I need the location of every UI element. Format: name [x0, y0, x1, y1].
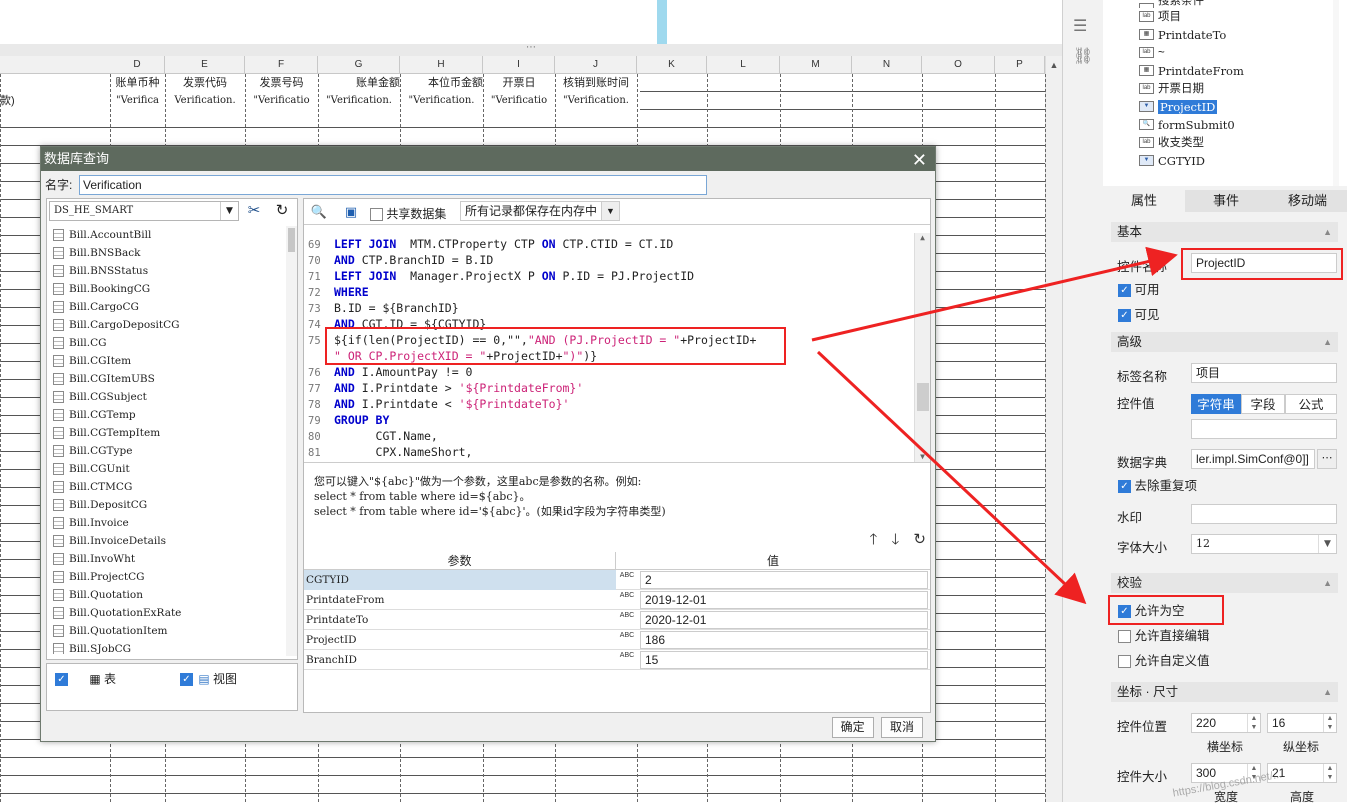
arrow-to-allow-empty — [816, 350, 1087, 605]
annotation-arrows — [811, 246, 1178, 605]
arrow-to-widget-name — [811, 246, 1178, 342]
